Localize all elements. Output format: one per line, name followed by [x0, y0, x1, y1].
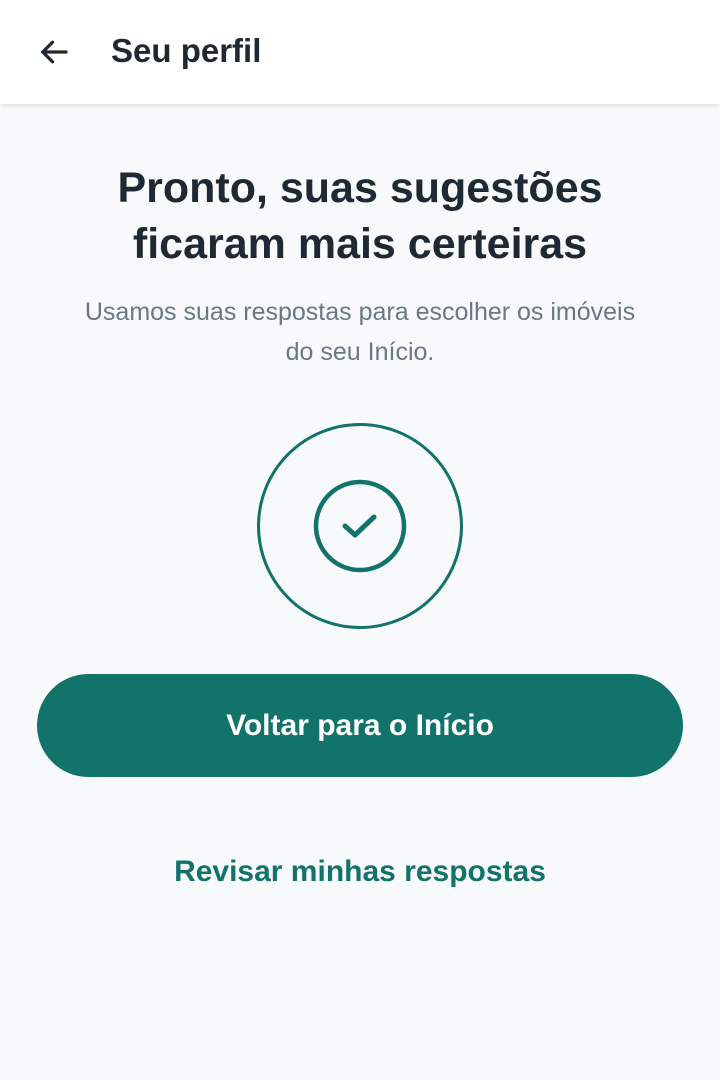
- headline: Pronto, suas sugestões ficaram mais cert…: [40, 160, 680, 272]
- success-illustration: [256, 422, 464, 630]
- arrow-left-icon: [41, 40, 68, 64]
- inner-ring: [313, 479, 407, 573]
- check-mark: [342, 514, 377, 538]
- app-bar: Seu perfil: [0, 0, 720, 104]
- check-circle-icon: [257, 423, 463, 629]
- page-title: Seu perfil: [111, 32, 262, 69]
- subtitle: Usamos suas respostas para escolher os i…: [40, 292, 680, 372]
- subtitle-line-2: do seu Início.: [285, 338, 435, 366]
- subtitle-line-1: Usamos suas respostas para escolher os i…: [84, 298, 636, 326]
- back-button[interactable]: [30, 28, 78, 76]
- headline-line-1: Pronto, suas sugestões: [117, 164, 603, 212]
- headline-line-2: ficaram mais certeiras: [132, 220, 588, 268]
- back-to-home-button[interactable]: Voltar para o Início: [37, 674, 683, 777]
- outer-ring: [257, 423, 463, 629]
- review-answers-link[interactable]: Revisar minhas respostas: [60, 848, 660, 896]
